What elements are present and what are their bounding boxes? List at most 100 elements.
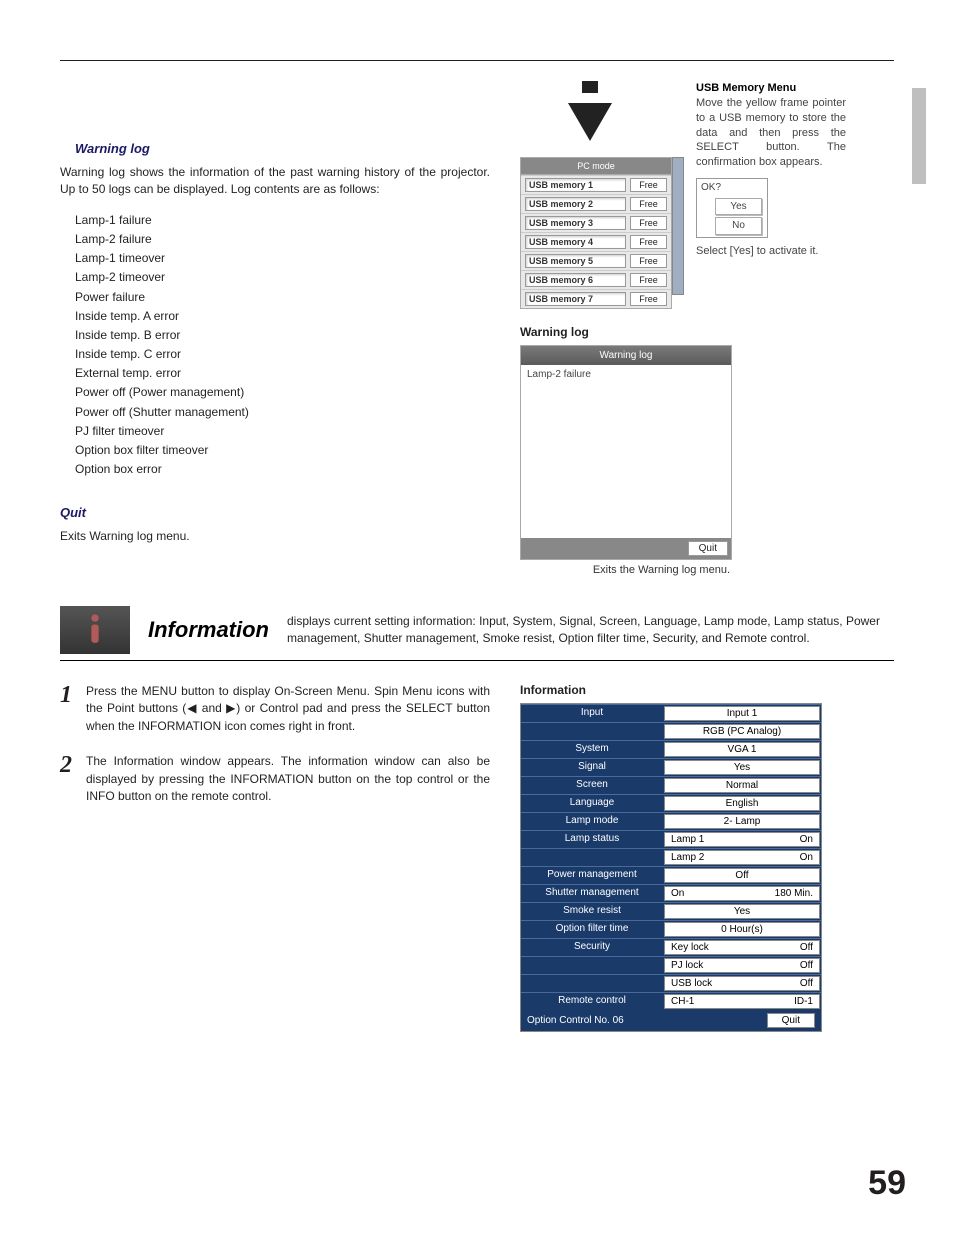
info-value: Off xyxy=(664,868,820,883)
confirm-caption: Select [Yes] to activate it. xyxy=(696,244,846,259)
info-label: Signal xyxy=(521,759,663,776)
info-label: Language xyxy=(521,795,663,812)
log-item: Lamp-1 failure xyxy=(75,211,490,230)
log-item: Inside temp. C error xyxy=(75,345,490,364)
usb-slot-status: Free xyxy=(630,292,667,306)
usb-memory-panel: PC mode USB memory 1 Free USB memory 2 Fre… xyxy=(520,157,672,309)
step-1-text: Press the MENU button to display On-Scre… xyxy=(86,683,490,735)
quit-text: Exits Warning log menu. xyxy=(60,528,490,545)
usb-slot-label: USB memory 5 xyxy=(525,254,626,268)
confirm-yes[interactable]: Yes xyxy=(715,198,762,216)
info-label: Input xyxy=(521,705,663,722)
usb-slot-label: USB memory 7 xyxy=(525,292,626,306)
info-label: Lamp mode xyxy=(521,813,663,830)
usb-slot-label: USB memory 3 xyxy=(525,216,626,230)
warning-log-entry: Lamp-2 failure xyxy=(527,369,591,380)
usb-row[interactable]: USB memory 3 Free xyxy=(521,213,671,232)
usb-row[interactable]: USB memory 4 Free xyxy=(521,232,671,251)
log-item: Option box error xyxy=(75,460,490,479)
usb-side-heading: USB Memory Menu xyxy=(696,81,846,96)
log-item: External temp. error xyxy=(75,364,490,383)
info-value: 2- Lamp xyxy=(664,814,820,829)
info-value: Lamp 1On xyxy=(664,832,820,847)
usb-slot-status: Free xyxy=(630,235,667,249)
usb-row[interactable]: USB memory 7 Free xyxy=(521,289,671,308)
info-label: Shutter management xyxy=(521,885,663,902)
quit-heading: Quit xyxy=(60,505,490,520)
info-value: Input 1 xyxy=(664,706,820,721)
usb-slot-status: Free xyxy=(630,216,667,230)
confirm-no[interactable]: No xyxy=(715,217,762,235)
log-item: Option box filter timeover xyxy=(75,441,490,460)
info-label xyxy=(521,723,663,740)
info-value: Key lockOff xyxy=(664,940,820,955)
information-icon xyxy=(60,606,130,654)
info-label: Smoke resist xyxy=(521,903,663,920)
info-value: English xyxy=(664,796,820,811)
log-item: Inside temp. A error xyxy=(75,307,490,326)
usb-panel-title: PC mode xyxy=(521,158,671,175)
info-label: Power management xyxy=(521,867,663,884)
info-quit-button[interactable]: Quit xyxy=(767,1013,815,1028)
information-title: Information xyxy=(148,617,269,643)
info-value: 0 Hour(s) xyxy=(664,922,820,937)
log-item: Lamp-1 timeover xyxy=(75,249,490,268)
info-value: PJ lockOff xyxy=(664,958,820,973)
warning-log-heading: Warning log xyxy=(75,141,490,156)
warning-log-list: Lamp-1 failure Lamp-2 failure Lamp-1 tim… xyxy=(75,211,490,480)
info-value: On180 Min. xyxy=(664,886,820,901)
warning-log-panel-title: Warning log xyxy=(521,346,731,365)
usb-row[interactable]: USB memory 1 Free xyxy=(521,175,671,194)
info-label: Option filter time xyxy=(521,921,663,938)
info-label: Remote control xyxy=(521,993,663,1010)
page-number: 59 xyxy=(868,1164,906,1203)
usb-slot-label: USB memory 2 xyxy=(525,197,626,211)
step-number-1: 1 xyxy=(60,683,72,735)
info-value: CH-1ID-1 xyxy=(664,994,820,1009)
step-2-text: The Information window appears. The info… xyxy=(86,753,490,805)
top-rule xyxy=(60,60,894,61)
info-label xyxy=(521,957,663,974)
info-value: RGB (PC Analog) xyxy=(664,724,820,739)
log-item: Lamp-2 timeover xyxy=(75,268,490,287)
usb-slot-label: USB memory 4 xyxy=(525,235,626,249)
usb-row[interactable]: USB memory 5 Free xyxy=(521,251,671,270)
info-value: Normal xyxy=(664,778,820,793)
usb-slot-label: USB memory 1 xyxy=(525,178,626,192)
info-value: Yes xyxy=(664,904,820,919)
warning-log-intro: Warning log shows the information of the… xyxy=(60,164,490,199)
log-item: Power off (Shutter management) xyxy=(75,403,490,422)
info-value: VGA 1 xyxy=(664,742,820,757)
usb-slot-status: Free xyxy=(630,197,667,211)
warning-log-panel-body: Lamp-2 failure xyxy=(521,365,731,538)
log-item: Power failure xyxy=(75,288,490,307)
info-label xyxy=(521,849,663,866)
information-rule xyxy=(60,660,894,661)
info-label: Security xyxy=(521,939,663,956)
usb-slot-status: Free xyxy=(630,273,667,287)
confirm-title: OK? xyxy=(697,179,767,197)
log-item: Lamp-2 failure xyxy=(75,230,490,249)
info-footer-label: Option Control No. 06 xyxy=(527,1015,624,1026)
usb-row[interactable]: USB memory 2 Free xyxy=(521,194,671,213)
usb-slot-status: Free xyxy=(630,178,667,192)
information-table: InputInput 1 RGB (PC Analog) SystemVGA 1… xyxy=(520,703,822,1032)
usb-side-text: Move the yellow frame pointer to a USB m… xyxy=(696,96,846,170)
arrow-down-icon xyxy=(560,81,684,151)
info-label: Lamp status xyxy=(521,831,663,848)
warning-log-panel: Warning log Lamp-2 failure Quit xyxy=(520,345,732,560)
information-panel-heading: Information xyxy=(520,683,894,697)
warning-log-panel-caption: Exits the Warning log menu. xyxy=(520,564,730,576)
usb-slot-status: Free xyxy=(630,254,667,268)
scrollbar[interactable] xyxy=(672,157,684,295)
warning-log-panel-heading: Warning log xyxy=(520,325,894,339)
thumb-tab xyxy=(912,88,926,184)
warning-log-quit-button[interactable]: Quit xyxy=(688,541,728,556)
log-item: Power off (Power management) xyxy=(75,383,490,402)
usb-row[interactable]: USB memory 6Free xyxy=(521,270,671,289)
info-value: Yes xyxy=(664,760,820,775)
info-label: Screen xyxy=(521,777,663,794)
info-label: System xyxy=(521,741,663,758)
log-item: PJ filter timeover xyxy=(75,422,490,441)
info-value: USB lockOff xyxy=(664,976,820,991)
